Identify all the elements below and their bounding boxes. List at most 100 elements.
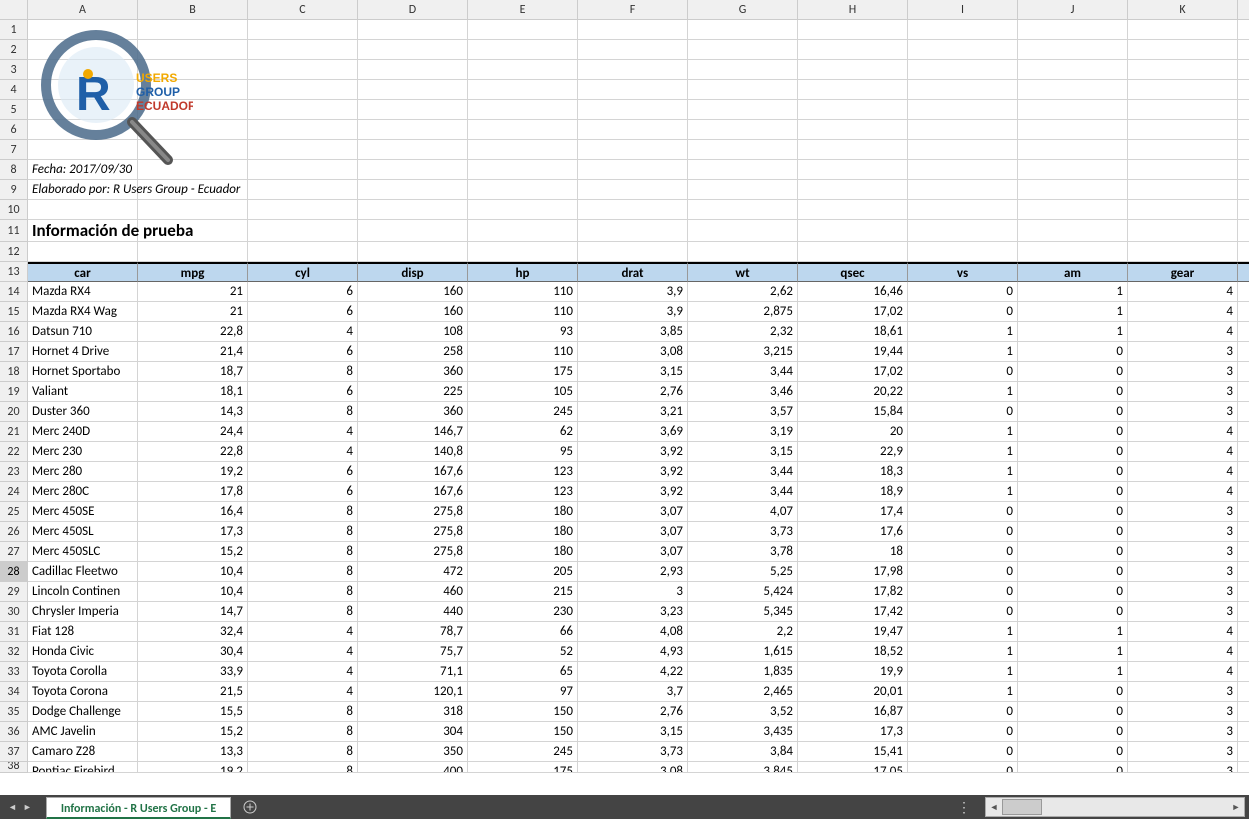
cell[interactable]	[358, 80, 468, 100]
table-cell[interactable]: 16,87	[798, 702, 908, 722]
table-cell[interactable]: 3	[1128, 682, 1238, 702]
table-cell[interactable]: 3,9	[578, 282, 688, 302]
cell[interactable]	[1128, 220, 1238, 242]
table-cell[interactable]: 0	[1018, 742, 1128, 762]
table-header-gear[interactable]: gear	[1128, 262, 1238, 282]
cell[interactable]	[468, 100, 578, 120]
table-cell[interactable]: 0	[908, 302, 1018, 322]
cell[interactable]	[798, 40, 908, 60]
cell[interactable]	[28, 242, 138, 262]
table-cell[interactable]: 0	[1018, 442, 1128, 462]
table-cell[interactable]: 160	[358, 282, 468, 302]
row-header-38[interactable]: 38	[0, 762, 28, 773]
table-cell[interactable]: 15,41	[798, 742, 908, 762]
table-cell[interactable]: 258	[358, 342, 468, 362]
cell[interactable]	[248, 160, 358, 180]
cell[interactable]	[1128, 60, 1238, 80]
tab-next-icon[interactable]: ►	[23, 802, 32, 813]
table-cell[interactable]: 3,85	[578, 322, 688, 342]
table-cell[interactable]: 17,98	[798, 562, 908, 582]
table-cell[interactable]: 18,3	[798, 462, 908, 482]
cell[interactable]	[468, 180, 578, 200]
table-cell[interactable]: 1	[908, 322, 1018, 342]
table-cell[interactable]: 0	[1018, 422, 1128, 442]
table-cell[interactable]: 3	[1238, 522, 1249, 542]
cell[interactable]	[1128, 20, 1238, 40]
table-row-name[interactable]: Mazda RX4 Wag	[28, 302, 138, 322]
table-cell[interactable]: 1	[1018, 622, 1128, 642]
table-cell[interactable]: 21	[138, 282, 248, 302]
row-header-9[interactable]: 9	[0, 180, 28, 200]
table-cell[interactable]: 4	[248, 322, 358, 342]
cell[interactable]	[1128, 40, 1238, 60]
table-cell[interactable]: 24,4	[138, 422, 248, 442]
table-cell[interactable]: 1	[908, 642, 1018, 662]
table-cell[interactable]: 18	[798, 542, 908, 562]
row-header-21[interactable]: 21	[0, 422, 28, 442]
table-row-name[interactable]: Chrysler Imperia	[28, 602, 138, 622]
table-cell[interactable]: 1	[908, 482, 1018, 502]
row-header-4[interactable]: 4	[0, 80, 28, 100]
cell[interactable]	[138, 80, 248, 100]
table-cell[interactable]: 8	[248, 742, 358, 762]
cell[interactable]	[908, 140, 1018, 160]
table-cell[interactable]: 10,4	[138, 562, 248, 582]
table-cell[interactable]: 2,76	[578, 382, 688, 402]
scroll-right-icon[interactable]: ►	[1228, 799, 1244, 815]
table-header-drat[interactable]: drat	[578, 262, 688, 282]
row-header-34[interactable]: 34	[0, 682, 28, 702]
table-cell[interactable]: 4	[1238, 742, 1249, 762]
cell[interactable]	[1238, 140, 1249, 160]
cell[interactable]	[578, 120, 688, 140]
cell[interactable]	[1018, 220, 1128, 242]
cell[interactable]	[468, 220, 578, 242]
cell[interactable]	[28, 80, 138, 100]
table-cell[interactable]: 180	[468, 502, 578, 522]
cell[interactable]	[1128, 120, 1238, 140]
table-cell[interactable]: 3,44	[688, 482, 798, 502]
cell[interactable]	[358, 140, 468, 160]
table-header-vs[interactable]: vs	[908, 262, 1018, 282]
table-cell[interactable]: 3,73	[688, 522, 798, 542]
table-cell[interactable]: 0	[908, 742, 1018, 762]
row-header-23[interactable]: 23	[0, 462, 28, 482]
row-header-25[interactable]: 25	[0, 502, 28, 522]
table-cell[interactable]: 17,42	[798, 602, 908, 622]
table-cell[interactable]: 1	[1018, 302, 1128, 322]
table-cell[interactable]: 1	[1018, 282, 1128, 302]
cell[interactable]	[578, 242, 688, 262]
table-cell[interactable]: 1	[908, 442, 1018, 462]
table-cell[interactable]: 472	[358, 562, 468, 582]
cell[interactable]	[358, 200, 468, 220]
row-header-1[interactable]: 1	[0, 20, 28, 40]
cell[interactable]	[248, 220, 358, 242]
row-header-8[interactable]: 8	[0, 160, 28, 180]
table-cell[interactable]: 8	[248, 762, 358, 773]
table-cell[interactable]: 3	[1128, 722, 1238, 742]
table-cell[interactable]: 21,4	[138, 342, 248, 362]
table-cell[interactable]: 0	[1018, 462, 1128, 482]
table-cell[interactable]: 8	[248, 502, 358, 522]
table-cell[interactable]: 19,2	[138, 462, 248, 482]
table-cell[interactable]: 4,08	[578, 622, 688, 642]
table-row-name[interactable]: Merc 280C	[28, 482, 138, 502]
table-cell[interactable]: 16,4	[138, 502, 248, 522]
cell[interactable]	[1238, 40, 1249, 60]
table-cell[interactable]: 5,25	[688, 562, 798, 582]
table-cell[interactable]: 180	[468, 522, 578, 542]
cell[interactable]	[138, 40, 248, 60]
table-cell[interactable]: 71,1	[358, 662, 468, 682]
cell[interactable]	[248, 80, 358, 100]
table-cell[interactable]: 17,3	[798, 722, 908, 742]
table-cell[interactable]: 6	[248, 302, 358, 322]
table-cell[interactable]: 4	[248, 642, 358, 662]
table-cell[interactable]: 140,8	[358, 442, 468, 462]
table-cell[interactable]: 146,7	[358, 422, 468, 442]
cell[interactable]	[798, 80, 908, 100]
table-cell[interactable]: 108	[358, 322, 468, 342]
cell[interactable]	[1018, 200, 1128, 220]
table-cell[interactable]: 3,21	[578, 402, 688, 422]
table-cell[interactable]: 0	[1018, 342, 1128, 362]
cell[interactable]	[358, 180, 468, 200]
cell[interactable]	[468, 80, 578, 100]
